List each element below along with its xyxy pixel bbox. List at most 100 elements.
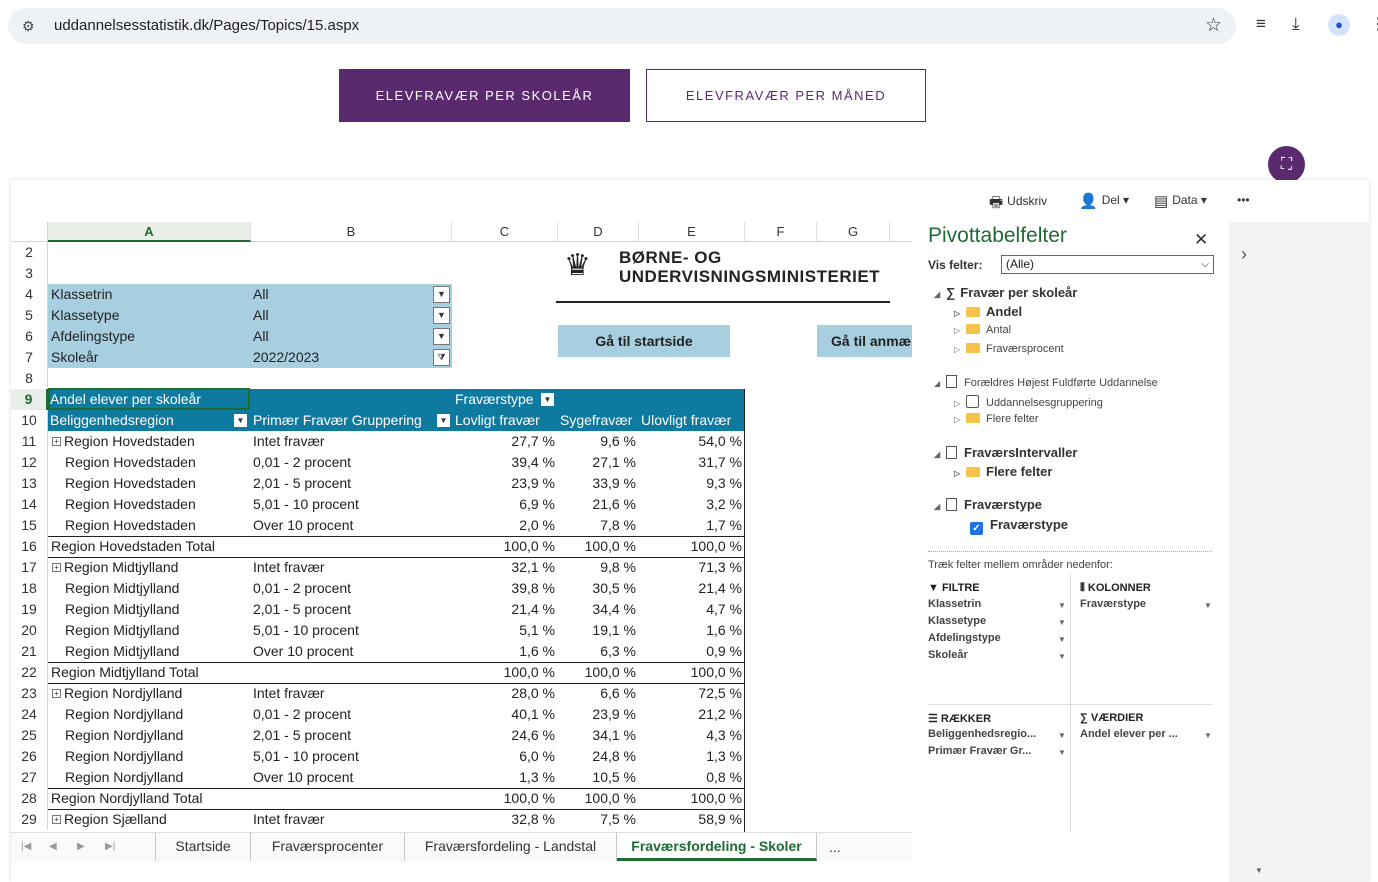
close-icon[interactable]: ✕ [1194,230,1208,250]
ulovligt-value[interactable]: 4,3 % [639,725,742,746]
column-header-e[interactable]: E [639,222,745,242]
gruppe-header[interactable]: Primær Fravær Gruppering [253,410,433,431]
checkbox-checked-icon[interactable]: ✓ [970,522,983,535]
fravaerstype-header[interactable]: Fraværstype [455,389,545,410]
group-cell[interactable]: Over 10 procent [253,767,448,788]
chevron-down-icon[interactable]: ▼ [1058,618,1066,627]
row-header[interactable]: 13 [11,473,48,494]
syge-value[interactable]: 33,9 % [558,473,636,494]
group-cell[interactable]: Intet fravær [253,683,448,704]
row-header[interactable]: 29 [11,809,48,830]
tree-fravaerstype-table[interactable]: ◢ Fraværstype [934,497,1042,512]
ulovligt-value[interactable]: 4,7 % [639,599,742,620]
first-sheet-icon[interactable]: |◀ [21,841,31,852]
lovligt-value[interactable]: 5,1 % [452,620,555,641]
row-header[interactable]: 11 [11,431,48,452]
group-cell[interactable]: Over 10 procent [253,641,448,662]
lovligt-value[interactable]: 100,0 % [452,662,555,683]
sheet-tab-skoler[interactable]: Fraværsfordeling - Skoler [617,833,817,861]
lovligt-value[interactable]: 28,0 % [452,683,555,704]
row-header[interactable]: 19 [11,599,48,620]
select-all-corner[interactable] [11,222,48,242]
columns-item-fravaerstype[interactable]: Fraværstype [1080,598,1146,610]
lovligt-value[interactable]: 6,9 % [452,494,555,515]
chevron-down-icon[interactable]: ▼ [1204,601,1212,610]
region-cell[interactable]: Region Sjælland [64,809,250,830]
region-cell[interactable]: Region Midtjylland [65,599,251,620]
expand-plus-icon[interactable]: + [52,815,61,824]
lovligt-value[interactable]: 1,6 % [452,641,555,662]
ulovligt-value[interactable]: 100,0 % [639,662,742,683]
column-header-b[interactable]: B [251,222,452,242]
tree-field-uddannelsesgruppering[interactable]: ▷ Uddannelsesgruppering [954,395,1103,409]
lovligt-value[interactable]: 40,1 % [452,704,555,725]
last-sheet-icon[interactable]: ▶| [105,841,115,852]
group-cell[interactable]: 5,01 - 10 procent [253,746,448,767]
lovligt-value[interactable]: 32,1 % [452,557,555,578]
chevron-down-icon[interactable]: ▼ [1058,635,1066,644]
syge-value[interactable]: 27,1 % [558,452,636,473]
ulovligt-value[interactable]: 54,0 % [639,431,742,452]
ulovligt-value[interactable]: 1,6 % [639,620,742,641]
group-cell[interactable]: Over 10 procent [253,515,448,536]
tree-foraeldre[interactable]: ◢ Forældres Højest Fuldførte Uddannelse [934,375,1158,389]
row-header[interactable]: 23 [11,683,48,704]
ulovligt-header[interactable]: Ulovligt fravær [641,410,745,431]
filter-value[interactable]: All [253,284,428,305]
tree-field-fravaersprocent[interactable]: ▷ Fraværsprocent [954,343,1064,355]
syge-value[interactable]: 34,4 % [558,599,636,620]
tree-fravaersintervaller[interactable]: ◢ FraværsIntervaller [934,445,1077,460]
row-header[interactable]: 24 [11,704,48,725]
group-cell[interactable]: 2,01 - 5 procent [253,599,448,620]
filter-dropdown-icon[interactable]: ▼ [433,307,450,324]
row-header[interactable]: 15 [11,515,48,536]
region-cell[interactable]: Region Hovedstaden [65,494,251,515]
spreadsheet-grid[interactable]: A B C D E F G 2 3 4 5 6 7 8 9 10 11 12 13 14 15 16 17 18… [11,222,912,832]
region-total-cell[interactable]: Region Midtjylland Total [51,662,237,683]
lovligt-value[interactable]: 6,0 % [452,746,555,767]
row-header[interactable]: 22 [11,662,48,683]
group-cell[interactable]: Intet fravær [253,809,448,830]
lovligt-value[interactable]: 39,8 % [452,578,555,599]
group-cell[interactable]: 5,01 - 10 procent [253,620,448,641]
row-header[interactable]: 4 [11,284,48,305]
ulovligt-value[interactable]: 71,3 % [639,557,742,578]
rows-item-region[interactable]: Beliggenhedsregio... [928,728,1036,740]
group-cell[interactable]: 0,01 - 2 procent [253,578,448,599]
lovligt-value[interactable]: 2,0 % [452,515,555,536]
fullscreen-icon[interactable]: ⛶ [1268,146,1305,183]
filter-value[interactable]: 2022/2023 [253,347,428,368]
rows-item-gruppe[interactable]: Primær Fravær Gr... [928,745,1031,757]
group-cell[interactable] [253,662,448,683]
region-total-cell[interactable]: Region Nordjylland Total [51,788,237,809]
ulovligt-value[interactable]: 100,0 % [639,536,742,557]
filter-active-icon[interactable]: ⧩ [433,349,450,366]
lovligt-value[interactable]: 24,6 % [452,725,555,746]
column-header-d[interactable]: D [558,222,639,242]
sheet-tab-landstal[interactable]: Fraværsfordeling - Landstal [405,833,617,861]
ulovligt-value[interactable]: 9,3 % [639,473,742,494]
values-item-andel[interactable]: Andel elever per ... [1080,728,1178,740]
group-cell[interactable] [253,536,448,557]
tree-field-antal[interactable]: ▷ Antal [954,324,1011,336]
show-fields-select[interactable]: (Alle) ⌵ [1001,255,1214,274]
region-cell[interactable]: Region Midtjylland [64,557,250,578]
tree-field-fravaerstype[interactable]: ✓ Fraværstype [970,517,1068,535]
filters-item[interactable]: Klassetrin [928,598,981,610]
row-header[interactable]: 9 [11,389,48,410]
row-header[interactable]: 3 [11,263,48,284]
group-cell[interactable]: 5,01 - 10 procent [253,494,448,515]
syge-value[interactable]: 34,1 % [558,725,636,746]
ulovligt-value[interactable]: 1,3 % [639,746,742,767]
syge-value[interactable]: 10,5 % [558,767,636,788]
ulovligt-value[interactable]: 21,4 % [639,578,742,599]
share-button[interactable]: 👤 Del ▾ [1079,192,1129,210]
row-header[interactable]: 21 [11,641,48,662]
tab-elevfravaer-per-maaned[interactable]: ELEVFRAVÆR PER MÅNED [646,69,926,122]
syge-value[interactable]: 23,9 % [558,704,636,725]
chevron-down-icon[interactable]: ▼ [1058,652,1066,661]
column-header-h[interactable] [890,222,912,242]
lovligt-value[interactable]: 23,9 % [452,473,555,494]
scroll-down-icon[interactable]: ▼ [1255,866,1263,875]
row-header[interactable]: 27 [11,767,48,788]
